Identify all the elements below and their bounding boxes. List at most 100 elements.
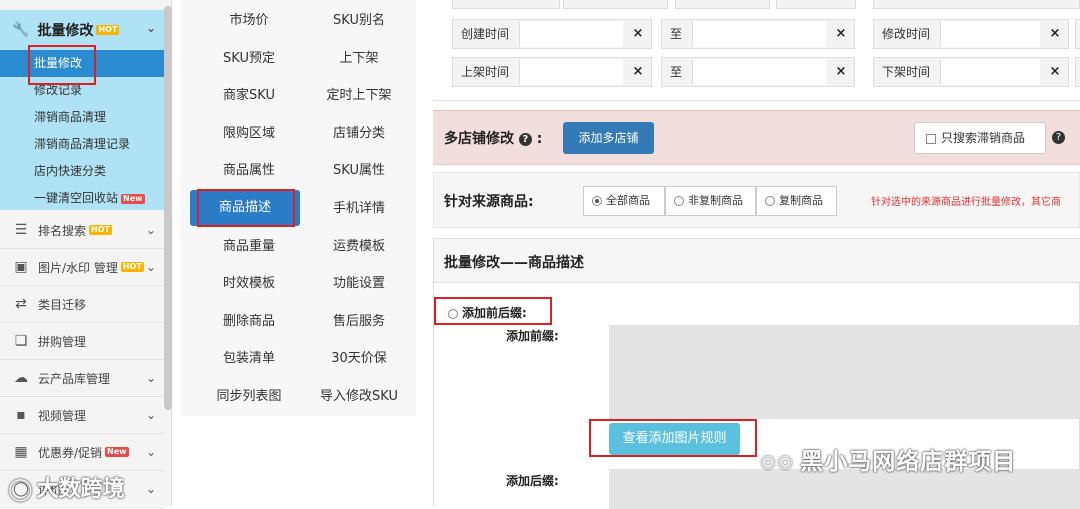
field-menu-item[interactable]: SKU预定 (190, 40, 308, 77)
field-menu-item[interactable]: SKU别名 (300, 2, 418, 39)
help-icon[interactable]: ? (518, 132, 532, 146)
sidebar-item-cloud-library[interactable]: ☁ 云产品库管理 ⌄ (0, 360, 164, 397)
sidebar-item-ranking[interactable]: ☰ 排名搜索 HOT ⌄ (0, 212, 164, 249)
clear-icon[interactable]: × (624, 58, 652, 86)
radio-icon (592, 196, 602, 206)
clear-icon[interactable]: × (1041, 20, 1069, 48)
filter-field-partial[interactable] (873, 0, 1080, 9)
modified-time-from-input[interactable] (940, 21, 1040, 47)
wrench-icon: 🔧 (12, 22, 30, 38)
prefix-editor[interactable] (609, 325, 1080, 419)
field-menu-item[interactable]: 手机详情 (300, 190, 418, 227)
sidebar-subitem-slow-clean-log[interactable]: 滞销商品清理记录 (0, 131, 164, 158)
video-icon: ▪ (16, 407, 26, 423)
sidebar-subitem-empty-trash[interactable]: 一键清空回收站 New (0, 185, 164, 212)
main-panel: 创建时间 × 至 × 修改时间 × 上架时间 × 至 × 下架时间 × 多店铺修… (433, 0, 1080, 509)
source-option-noncopy[interactable]: 非复制商品 (665, 186, 756, 216)
field-menu-item[interactable]: 上下架 (300, 40, 418, 77)
new-badge: New (105, 447, 129, 457)
field-menu-item[interactable]: 导入修改SKU (300, 378, 418, 415)
clear-icon[interactable]: × (827, 20, 855, 48)
wechat-icon: ☉☉ (760, 453, 795, 474)
divider (433, 100, 1080, 101)
sidebar-scrollbar[interactable] (164, 6, 172, 410)
sidebar-item-images[interactable]: ▣ 图片/水印 管理 HOT ⌄ (0, 249, 164, 286)
prefix-label: 添加前缀: (506, 329, 559, 343)
field-menu-item[interactable]: 时效模板 (190, 265, 308, 302)
gift-icon: ▦ (14, 444, 28, 460)
modified-time-label: 修改时间 (882, 27, 931, 41)
field-menu-item[interactable]: 删除商品 (190, 303, 308, 340)
chevron-down-icon: ⌄ (145, 223, 156, 237)
filter-field-partial[interactable] (452, 0, 560, 9)
listed-time-from-input[interactable] (519, 59, 623, 85)
listed-time-label: 上架时间 (461, 65, 510, 79)
source-goods-bar: 针对来源商品: 全部商品 非复制商品 复制商品 针对选中的来源商品进行批量修改，… (433, 172, 1080, 228)
delisted-time-from-input[interactable] (940, 59, 1040, 85)
radio-icon (765, 196, 775, 206)
source-option-copy[interactable]: 复制商品 (756, 186, 837, 216)
filter-field-partial[interactable] (1075, 19, 1080, 49)
field-menu: 市场价 SKU别名 SKU预定 上下架 商家SKU 定时上下架 限购区域 店铺分类 商品属性 SK… (180, 0, 416, 416)
delisted-time-from: 下架时间 × (873, 57, 1069, 87)
clear-icon[interactable]: × (624, 20, 652, 48)
help-icon[interactable]: ? (1052, 131, 1065, 144)
sidebar-item-category-move[interactable]: ⇄ 类目迁移 (0, 286, 164, 323)
created-time-to-input[interactable] (692, 21, 826, 47)
modified-time-from: 修改时间 × (873, 19, 1069, 49)
listed-time-to-input[interactable] (692, 59, 826, 85)
source-note: 针对选中的来源商品进行批量修改，其它商 (871, 197, 1061, 208)
highlight-box (434, 297, 552, 325)
field-menu-item[interactable]: 功能设置 (300, 265, 418, 302)
clear-icon[interactable]: × (1041, 58, 1069, 86)
batch-edit-title: 批量修改——商品描述 (444, 255, 584, 271)
filter-field-partial[interactable] (1075, 57, 1080, 87)
hot-badge: HOT (96, 25, 120, 35)
created-time-label: 创建时间 (461, 27, 510, 41)
hot-badge: HOT (89, 225, 112, 235)
highlight-box (589, 419, 757, 457)
add-multi-store-button[interactable]: 添加多店铺 (563, 122, 654, 154)
sidebar-group-header[interactable]: 🔧 批量修改 HOT ⌄ (0, 10, 164, 50)
sidebar-subitem-quick-category[interactable]: 店内快速分类 (0, 158, 164, 185)
sidebar-item-group-buy[interactable]: ❏ 拼购管理 (0, 323, 164, 360)
field-menu-item[interactable]: 店铺分类 (300, 115, 418, 152)
field-menu-item[interactable]: 市场价 (190, 2, 308, 39)
sidebar-subitem-slow-clean[interactable]: 滞销商品清理 (0, 104, 164, 131)
clear-icon[interactable]: × (827, 58, 855, 86)
filter-field-partial[interactable] (776, 0, 856, 9)
source-option-all[interactable]: 全部商品 (583, 186, 665, 216)
created-time-from: 创建时间 × (452, 19, 652, 49)
cloud-icon: ☁ (14, 370, 28, 386)
field-menu-item[interactable]: 售后服务 (300, 303, 418, 340)
field-menu-item[interactable]: 包装清单 (190, 340, 308, 377)
chevron-down-icon: ⌄ (145, 260, 156, 274)
field-menu-item[interactable]: 商品重量 (190, 228, 308, 265)
multi-store-title: 多店铺修改 ? : (444, 131, 543, 147)
field-menu-item[interactable]: 限购区域 (190, 115, 308, 152)
field-menu-item[interactable]: 商品属性 (190, 152, 308, 189)
only-slow-checkbox[interactable]: 只搜索滞销商品 (914, 122, 1046, 154)
logo-icon: ◯ (8, 477, 33, 502)
highlight-box (28, 45, 96, 85)
filter-field-partial[interactable] (563, 0, 668, 9)
swap-icon: ⇄ (15, 296, 27, 312)
field-menu-item[interactable]: 同步列表图 (190, 378, 308, 415)
chevron-down-icon: ⌄ (145, 445, 156, 459)
filter-field-partial[interactable] (675, 0, 770, 9)
cubes-icon: ❏ (14, 333, 28, 349)
field-menu-item[interactable]: 定时上下架 (300, 77, 418, 114)
field-menu-item[interactable]: 运费模板 (300, 228, 418, 265)
created-time-from-input[interactable] (519, 21, 623, 47)
sidebar-item-coupons[interactable]: ▦ 优惠券/促销 New ⌄ (0, 434, 164, 471)
field-menu-item[interactable]: SKU属性 (300, 152, 418, 189)
field-menu-item[interactable]: 商家SKU (190, 77, 308, 114)
image-icon: ▣ (14, 259, 28, 275)
new-badge: New (121, 193, 145, 204)
radio-icon (674, 196, 684, 206)
field-menu-item[interactable]: 30天价保 (300, 340, 418, 377)
sidebar-item-video[interactable]: ▪ 视频管理 ⌄ (0, 397, 164, 434)
list-icon: ☰ (14, 222, 28, 238)
suffix-label: 添加后缀: (506, 474, 559, 488)
sidebar-group-title: 批量修改 (37, 23, 94, 39)
